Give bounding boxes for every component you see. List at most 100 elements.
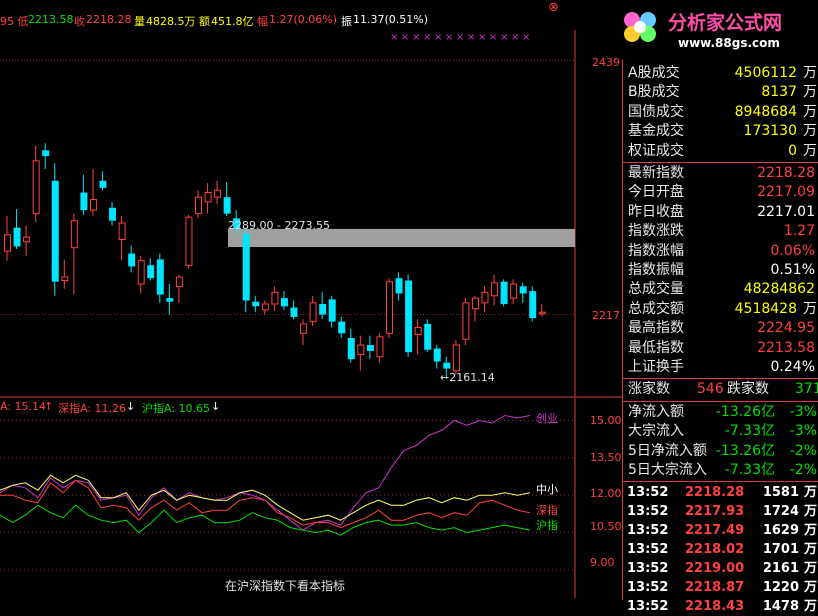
tick-time: 13:52 — [627, 485, 669, 501]
series-line-创业 — [0, 414, 531, 531]
flow-row: 净流入额 -13.26亿 -3% — [623, 403, 818, 422]
tick-price: 2219.00 — [685, 561, 745, 577]
candle-body — [500, 281, 508, 304]
index-row-label: 上证换手 — [628, 359, 684, 375]
index-row-label: 指数涨幅 — [628, 242, 684, 259]
low-price-marker: ←2161.14 — [440, 371, 495, 384]
turnover-row: B股成交 8137 万 — [623, 83, 818, 102]
tick-unit: 万 — [803, 542, 817, 558]
candlestick-chart[interactable]: × × × × × × × × × × × × × — [0, 0, 622, 398]
tick-volume: 1701 — [762, 542, 799, 558]
index-row: 指数振幅 0.51% — [623, 261, 818, 280]
index-row: 总成交量 48284862 — [623, 280, 818, 299]
band-range-label: 2289.00 - 2273.55 — [228, 219, 330, 232]
indicator-chart[interactable] — [0, 398, 622, 598]
index-row-label: 指数振幅 — [628, 262, 684, 278]
tick-row: 13:52 2218.28 1581 万 — [623, 483, 818, 502]
tick-volume: 1478 — [762, 599, 799, 615]
tick-volume: 1220 — [762, 580, 799, 596]
tick-row: 13:52 2217.93 1724 万 — [623, 502, 818, 521]
turnover-row-value: 173130 — [743, 123, 797, 140]
tick-row: 13:52 2219.00 2161 万 — [623, 559, 818, 578]
tick-time: 13:52 — [627, 523, 669, 539]
candle-body — [271, 291, 279, 305]
candle-body — [204, 192, 212, 203]
candle-body — [32, 160, 40, 215]
decline-value: 371 — [795, 381, 818, 398]
candle-body — [280, 298, 288, 307]
tick-row: 13:52 2218.87 1220 万 — [623, 578, 818, 597]
candle-body — [70, 220, 78, 249]
turnover-row-unit: 万 — [803, 142, 817, 159]
index-row: 最高指数 2224.95 — [623, 319, 818, 338]
turnover-row-label: 基金成交 — [628, 123, 684, 140]
advance-label: 涨家数 — [628, 381, 670, 398]
tick-volume: 2161 — [762, 561, 799, 577]
candle-body — [214, 189, 222, 198]
footer-note: 在沪深指数下看本指标 — [225, 579, 346, 593]
candle-body — [61, 276, 69, 282]
decline-label: 跌家数 — [727, 381, 769, 398]
tick-time: 13:52 — [627, 542, 669, 558]
candle-body — [185, 216, 193, 266]
flow-row: 5日大宗流入 -7.33亿 -2% — [623, 461, 818, 480]
tick-unit: 万 — [803, 523, 817, 539]
candle-body — [23, 236, 31, 243]
index-row-label: 最低指数 — [628, 339, 684, 356]
candle-body — [481, 291, 489, 304]
series-label-huzhi: 沪指 — [536, 519, 558, 532]
series-label-chuangye: 创业 — [536, 412, 558, 425]
flow-value: -13.26亿 — [715, 403, 775, 420]
tick-price: 2218.28 — [685, 485, 745, 501]
turnover-row: A股成交 4506112 万 — [623, 64, 818, 83]
flow-label: 5日大宗流入 — [628, 462, 707, 478]
candle-body — [452, 344, 460, 372]
index-row-value: 1.27 — [783, 223, 815, 240]
logo-title: 分析家公式网 — [668, 12, 783, 34]
index-row: 指数涨幅 0.06% — [623, 242, 818, 261]
site-logo: 分析家公式网 www.88gs.com — [622, 0, 818, 60]
index-row-label: 总成交额 — [628, 300, 684, 317]
index-row-value: 0.24% — [770, 359, 815, 375]
lower-axis-4: 10.50 — [590, 520, 622, 533]
index-row-label: 昨日收盘 — [628, 203, 684, 220]
candle-body — [147, 265, 155, 279]
candle-body — [300, 323, 308, 334]
panel-divider — [623, 481, 818, 483]
candle-body — [290, 307, 298, 317]
tick-volume: 1629 — [762, 523, 799, 539]
candle-body — [433, 348, 441, 362]
candle-body — [424, 323, 432, 350]
candle-body — [405, 280, 413, 353]
candle-body — [99, 180, 107, 188]
lower-axis-1: 15.00 — [590, 414, 622, 427]
index-row-label: 总成交量 — [628, 281, 684, 298]
tick-time: 13:52 — [627, 504, 669, 520]
candle-body — [443, 362, 451, 369]
candle-body — [175, 276, 183, 287]
tick-unit: 万 — [803, 561, 817, 577]
candle-body — [347, 338, 355, 360]
marker-x: × — [500, 32, 508, 43]
candle-body — [462, 302, 470, 340]
candle-body — [386, 281, 393, 334]
flow-percent: -2% — [789, 442, 817, 459]
candle-body — [4, 234, 11, 252]
index-row-value: 2217.09 — [757, 184, 815, 201]
advance-decline-row: 涨家数 546 跌家数 371 — [623, 380, 818, 399]
lower-axis-2: 13.50 — [590, 451, 622, 464]
marker-x: × — [412, 32, 420, 43]
index-row: 最新指数 2218.28 — [623, 164, 818, 183]
candle-body — [376, 336, 384, 358]
flow-percent: -3% — [789, 423, 817, 440]
candle-body — [357, 344, 365, 355]
candle-body — [252, 301, 260, 307]
turnover-row-value: 8948684 — [734, 103, 797, 120]
flow-value: -7.33亿 — [724, 423, 775, 440]
index-row-value: 2213.58 — [757, 339, 815, 356]
tick-price: 2217.93 — [685, 504, 745, 520]
turnover-row-value: 8137 — [761, 84, 797, 101]
candle-body — [309, 302, 317, 323]
flow-label: 净流入额 — [628, 403, 684, 420]
candle-body — [510, 283, 518, 299]
